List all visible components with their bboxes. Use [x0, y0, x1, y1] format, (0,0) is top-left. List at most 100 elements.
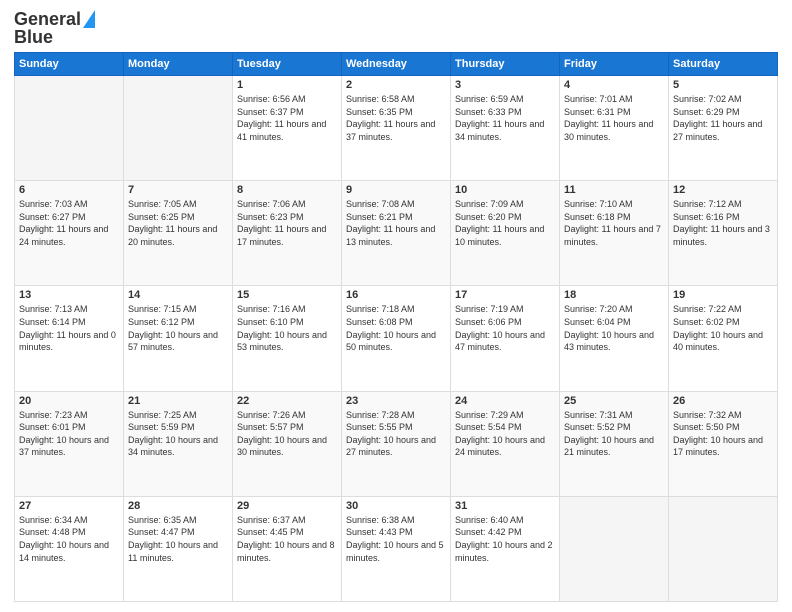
day-number: 13 — [19, 289, 119, 301]
cell-content: Sunrise: 7:20 AM Sunset: 6:04 PM Dayligh… — [564, 303, 664, 353]
calendar-table: SundayMondayTuesdayWednesdayThursdayFrid… — [14, 52, 778, 602]
cell-content: Sunrise: 7:28 AM Sunset: 5:55 PM Dayligh… — [346, 409, 446, 459]
day-number: 22 — [237, 395, 337, 407]
calendar-cell: 14 Sunrise: 7:15 AM Sunset: 6:12 PM Dayli… — [124, 286, 233, 391]
cell-content: Sunrise: 7:10 AM Sunset: 6:18 PM Dayligh… — [564, 198, 664, 248]
calendar-cell: 13 Sunrise: 7:13 AM Sunset: 6:14 PM Dayli… — [15, 286, 124, 391]
cell-content: Sunrise: 7:03 AM Sunset: 6:27 PM Dayligh… — [19, 198, 119, 248]
day-number: 19 — [673, 289, 773, 301]
day-number: 26 — [673, 395, 773, 407]
calendar-cell: 24 Sunrise: 7:29 AM Sunset: 5:54 PM Dayli… — [451, 391, 560, 496]
calendar-cell: 20 Sunrise: 7:23 AM Sunset: 6:01 PM Dayli… — [15, 391, 124, 496]
day-number: 24 — [455, 395, 555, 407]
day-number: 17 — [455, 289, 555, 301]
day-number: 27 — [19, 500, 119, 512]
calendar-cell: 5Sunrise: 7:02 AM Sunset: 6:29 PM Daylig… — [669, 76, 778, 181]
cell-content: Sunrise: 7:25 AM Sunset: 5:59 PM Dayligh… — [128, 409, 228, 459]
calendar-cell: 15 Sunrise: 7:16 AM Sunset: 6:10 PM Dayli… — [233, 286, 342, 391]
calendar-header-friday: Friday — [560, 53, 669, 76]
cell-content: Sunrise: 7:26 AM Sunset: 5:57 PM Dayligh… — [237, 409, 337, 459]
calendar-week-0: 1 Sunrise: 6:56 AM Sunset: 6:37 PM Daylig… — [15, 76, 778, 181]
calendar-cell: 31 Sunrise: 6:40 AM Sunset: 4:42 PM Dayli… — [451, 496, 560, 601]
calendar-cell: 9Sunrise: 7:08 AM Sunset: 6:21 PM Daylig… — [342, 181, 451, 286]
day-number: 6 — [19, 184, 119, 196]
calendar-cell: 17 Sunrise: 7:19 AM Sunset: 6:06 PM Dayli… — [451, 286, 560, 391]
calendar-header-thursday: Thursday — [451, 53, 560, 76]
calendar-week-1: 6 Sunrise: 7:03 AM Sunset: 6:27 PM Daylig… — [15, 181, 778, 286]
calendar-cell: 23 Sunrise: 7:28 AM Sunset: 5:55 PM Dayli… — [342, 391, 451, 496]
calendar-cell: 27 Sunrise: 6:34 AM Sunset: 4:48 PM Dayli… — [15, 496, 124, 601]
calendar-week-3: 20 Sunrise: 7:23 AM Sunset: 6:01 PM Dayli… — [15, 391, 778, 496]
calendar-week-4: 27 Sunrise: 6:34 AM Sunset: 4:48 PM Dayli… — [15, 496, 778, 601]
cell-content: Sunrise: 7:19 AM Sunset: 6:06 PM Dayligh… — [455, 303, 555, 353]
calendar-header-monday: Monday — [124, 53, 233, 76]
cell-content: Sunrise: 6:56 AM Sunset: 6:37 PM Dayligh… — [237, 93, 337, 143]
cell-content: Sunrise: 7:15 AM Sunset: 6:12 PM Dayligh… — [128, 303, 228, 353]
cell-content: Sunrise: 6:35 AM Sunset: 4:47 PM Dayligh… — [128, 514, 228, 564]
calendar-cell: 29 Sunrise: 6:37 AM Sunset: 4:45 PM Dayli… — [233, 496, 342, 601]
calendar-cell: 25Sunrise: 7:31 AM Sunset: 5:52 PM Dayli… — [560, 391, 669, 496]
cell-content: Sunrise: 7:13 AM Sunset: 6:14 PM Dayligh… — [19, 303, 119, 353]
cell-content: Sunrise: 6:58 AM Sunset: 6:35 PM Dayligh… — [346, 93, 446, 143]
cell-content: Sunrise: 7:08 AM Sunset: 6:21 PM Dayligh… — [346, 198, 446, 248]
calendar-header-sunday: Sunday — [15, 53, 124, 76]
day-number: 3 — [455, 79, 555, 91]
day-number: 25 — [564, 395, 664, 407]
day-number: 2 — [346, 79, 446, 91]
day-number: 31 — [455, 500, 555, 512]
calendar-cell: 30 Sunrise: 6:38 AM Sunset: 4:43 PM Dayli… — [342, 496, 451, 601]
calendar-cell: 26 Sunrise: 7:32 AM Sunset: 5:50 PM Dayli… — [669, 391, 778, 496]
calendar-week-2: 13 Sunrise: 7:13 AM Sunset: 6:14 PM Dayli… — [15, 286, 778, 391]
day-number: 20 — [19, 395, 119, 407]
day-number: 15 — [237, 289, 337, 301]
calendar-header-tuesday: Tuesday — [233, 53, 342, 76]
cell-content: Sunrise: 6:37 AM Sunset: 4:45 PM Dayligh… — [237, 514, 337, 564]
cell-content: Sunrise: 7:06 AM Sunset: 6:23 PM Dayligh… — [237, 198, 337, 248]
cell-content: Sunrise: 6:38 AM Sunset: 4:43 PM Dayligh… — [346, 514, 446, 564]
cell-content: Sunrise: 7:29 AM Sunset: 5:54 PM Dayligh… — [455, 409, 555, 459]
day-number: 1 — [237, 79, 337, 91]
day-number: 14 — [128, 289, 228, 301]
cell-content: Sunrise: 7:05 AM Sunset: 6:25 PM Dayligh… — [128, 198, 228, 248]
calendar-cell: 12 Sunrise: 7:12 AM Sunset: 6:16 PM Dayli… — [669, 181, 778, 286]
day-number: 30 — [346, 500, 446, 512]
cell-content: Sunrise: 7:23 AM Sunset: 6:01 PM Dayligh… — [19, 409, 119, 459]
calendar-header-saturday: Saturday — [669, 53, 778, 76]
logo: General Blue — [14, 10, 95, 46]
calendar-cell: 3 Sunrise: 6:59 AM Sunset: 6:33 PM Daylig… — [451, 76, 560, 181]
day-number: 7 — [128, 184, 228, 196]
calendar-cell: 2 Sunrise: 6:58 AM Sunset: 6:35 PM Daylig… — [342, 76, 451, 181]
calendar-cell: 1 Sunrise: 6:56 AM Sunset: 6:37 PM Daylig… — [233, 76, 342, 181]
cell-content: Sunrise: 6:40 AM Sunset: 4:42 PM Dayligh… — [455, 514, 555, 564]
calendar-cell — [560, 496, 669, 601]
cell-content: Sunrise: 7:12 AM Sunset: 6:16 PM Dayligh… — [673, 198, 773, 248]
calendar-cell — [15, 76, 124, 181]
cell-content: Sunrise: 7:32 AM Sunset: 5:50 PM Dayligh… — [673, 409, 773, 459]
cell-content: Sunrise: 6:59 AM Sunset: 6:33 PM Dayligh… — [455, 93, 555, 143]
logo-text: General — [14, 10, 81, 28]
header: General Blue — [14, 10, 778, 46]
calendar-cell: 28 Sunrise: 6:35 AM Sunset: 4:47 PM Dayli… — [124, 496, 233, 601]
day-number: 8 — [237, 184, 337, 196]
calendar-header-wednesday: Wednesday — [342, 53, 451, 76]
cell-content: Sunrise: 7:01 AM Sunset: 6:31 PM Dayligh… — [564, 93, 664, 143]
day-number: 29 — [237, 500, 337, 512]
day-number: 18 — [564, 289, 664, 301]
cell-content: Sunrise: 6:34 AM Sunset: 4:48 PM Dayligh… — [19, 514, 119, 564]
calendar-cell: 10Sunrise: 7:09 AM Sunset: 6:20 PM Dayli… — [451, 181, 560, 286]
day-number: 11 — [564, 184, 664, 196]
day-number: 23 — [346, 395, 446, 407]
logo-arrow-icon — [83, 10, 95, 28]
calendar-cell: 7 Sunrise: 7:05 AM Sunset: 6:25 PM Daylig… — [124, 181, 233, 286]
calendar-cell: 4Sunrise: 7:01 AM Sunset: 6:31 PM Daylig… — [560, 76, 669, 181]
calendar-cell — [669, 496, 778, 601]
cell-content: Sunrise: 7:02 AM Sunset: 6:29 PM Dayligh… — [673, 93, 773, 143]
day-number: 12 — [673, 184, 773, 196]
calendar-cell: 18 Sunrise: 7:20 AM Sunset: 6:04 PM Dayli… — [560, 286, 669, 391]
cell-content: Sunrise: 7:09 AM Sunset: 6:20 PM Dayligh… — [455, 198, 555, 248]
day-number: 28 — [128, 500, 228, 512]
calendar-cell: 22 Sunrise: 7:26 AM Sunset: 5:57 PM Dayli… — [233, 391, 342, 496]
day-number: 16 — [346, 289, 446, 301]
page: General Blue SundayMondayTuesdayWednesda… — [0, 0, 792, 612]
cell-content: Sunrise: 7:16 AM Sunset: 6:10 PM Dayligh… — [237, 303, 337, 353]
